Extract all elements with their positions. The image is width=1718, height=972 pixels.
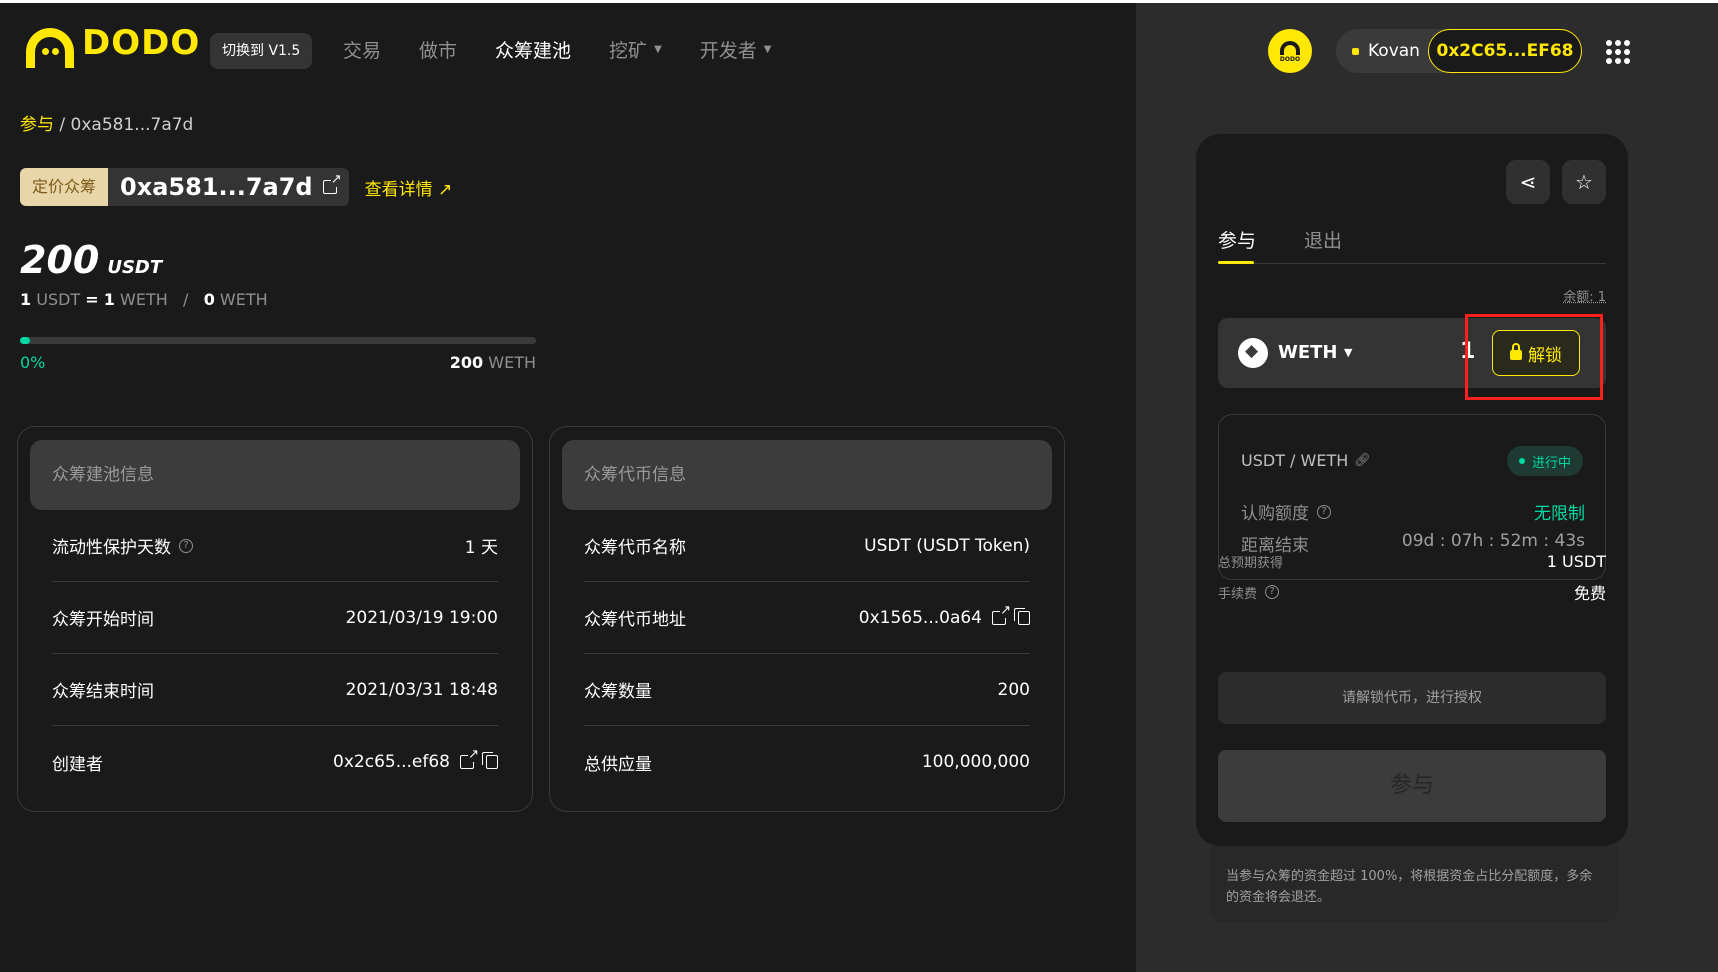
favorite-button[interactable]: ☆ bbox=[1562, 160, 1606, 204]
pair-name: USDT / WETH 🔗︎ bbox=[1241, 451, 1371, 470]
tab-underline bbox=[1218, 261, 1254, 264]
unlock-hint: 请解锁代币，进行授权 bbox=[1218, 672, 1606, 724]
nav-crowdpooling[interactable]: 众筹建池 bbox=[495, 36, 571, 63]
external-link-icon[interactable] bbox=[322, 172, 342, 194]
caret-down-icon[interactable]: ▼ bbox=[1344, 346, 1352, 359]
table-row: 流动性保护天数? 1 天 bbox=[52, 510, 498, 582]
table-row: 众筹结束时间 2021/03/31 18:48 bbox=[52, 654, 498, 726]
nav-market-making[interactable]: 做市 bbox=[419, 36, 457, 63]
eth-icon bbox=[1238, 338, 1268, 368]
token-info-card: 众筹代币信息 众筹代币名称 USDT (USDT Token) 众筹代币地址 0… bbox=[549, 426, 1065, 812]
pool-info-card: 众筹建池信息 流动性保护天数? 1 天 众筹开始时间 2021/03/19 19… bbox=[17, 426, 533, 812]
participate-button[interactable]: 参与 bbox=[1218, 750, 1606, 822]
external-link-icon[interactable] bbox=[460, 747, 479, 769]
nav-trade[interactable]: 交易 bbox=[343, 36, 381, 63]
refund-note: 当参与众筹的资金超过 100%，将根据资金占比分配额度，多余的资金将会退还。 bbox=[1210, 846, 1618, 922]
title-row: 定价众筹 0xa581...7a7d 查看详情 ↗ bbox=[20, 168, 452, 206]
table-row: 众筹代币名称 USDT (USDT Token) bbox=[584, 510, 1030, 582]
help-icon[interactable]: ? bbox=[1265, 585, 1280, 599]
panel-tabs: 参与 退出 bbox=[1218, 214, 1606, 264]
highlight-box bbox=[1465, 314, 1603, 400]
progress-fill bbox=[20, 337, 31, 344]
wallet-button[interactable]: Kovan 0x2C65...EF68 bbox=[1336, 29, 1582, 73]
fee-row: 手续费? 免费 bbox=[1218, 584, 1606, 603]
tab-participate[interactable]: 参与 bbox=[1218, 226, 1256, 253]
switch-version-button[interactable]: 切换到 V1.5 bbox=[210, 33, 313, 69]
tab-exit[interactable]: 退出 bbox=[1304, 226, 1342, 253]
raise-progress-bar bbox=[20, 337, 536, 344]
avatar[interactable]: DODO bbox=[1268, 29, 1312, 73]
pricing-tag: 定价众筹 bbox=[20, 168, 109, 206]
balance-label[interactable]: 余额: 1 bbox=[1563, 286, 1606, 305]
link-icon[interactable]: 🔗︎ bbox=[1354, 453, 1371, 468]
progress-target: 200 WETH bbox=[449, 353, 536, 372]
dodo-logo[interactable]: DODO bbox=[22, 22, 201, 68]
table-row: 创建者 0x2c65...ef68 bbox=[52, 726, 498, 798]
view-detail-link[interactable]: 查看详情 ↗ bbox=[365, 175, 453, 200]
copy-icon[interactable] bbox=[1014, 607, 1030, 625]
raise-target: 200 USDT bbox=[20, 238, 163, 282]
quota-row: 认购额度? 无限制 bbox=[1241, 504, 1585, 524]
page-title: 0xa581...7a7d bbox=[120, 173, 313, 201]
network-name: Kovan bbox=[1368, 41, 1420, 61]
share-button[interactable]: ⋖ bbox=[1506, 160, 1550, 204]
breadcrumb: 参与 / 0xa581...7a7d bbox=[20, 115, 194, 135]
star-icon: ☆ bbox=[1575, 170, 1593, 194]
table-row: 众筹开始时间 2021/03/19 19:00 bbox=[52, 582, 498, 654]
nav-developer[interactable]: 开发者 ▼ bbox=[700, 36, 772, 63]
title-box: 定价众筹 0xa581...7a7d bbox=[20, 168, 349, 206]
pool-info-title: 众筹建池信息 bbox=[30, 440, 520, 510]
help-icon[interactable]: ? bbox=[179, 538, 193, 553]
breadcrumb-current: 0xa581...7a7d bbox=[70, 115, 194, 135]
help-icon[interactable]: ? bbox=[1317, 504, 1331, 519]
logo-text: DODO bbox=[82, 23, 201, 63]
dodo-logo-icon bbox=[22, 22, 78, 68]
apps-grid-icon[interactable] bbox=[1606, 40, 1630, 64]
table-row: 总供应量 100,000,000 bbox=[584, 752, 1030, 775]
token-info-title: 众筹代币信息 bbox=[562, 440, 1052, 510]
token-selector[interactable]: WETH bbox=[1278, 342, 1338, 363]
main-nav: 交易 做市 众筹建池 挖矿 ▼ 开发者 ▼ bbox=[343, 36, 809, 63]
external-link-icon[interactable] bbox=[992, 602, 1011, 625]
copy-icon[interactable] bbox=[482, 752, 498, 769]
share-icon: ⋖ bbox=[1519, 170, 1537, 194]
table-row: 众筹数量 200 bbox=[584, 654, 1030, 726]
table-row: 众筹代币地址 0x1565...0a64 bbox=[584, 582, 1030, 654]
breadcrumb-parent[interactable]: 参与 bbox=[20, 115, 54, 135]
exchange-rate: 1 USDT = 1 WETH / 0 WETH bbox=[20, 290, 268, 309]
caret-down-icon: ▼ bbox=[654, 44, 662, 55]
participate-panel: ⋖ ☆ 参与 退出 余额: 1 WETH ▼ 1 解锁 USDT / WETH🔗… bbox=[1196, 134, 1628, 846]
status-badge: 进行中 bbox=[1506, 446, 1583, 476]
network-dot-icon bbox=[1352, 47, 1359, 55]
progress-percent: 0% bbox=[20, 353, 46, 372]
nav-mining[interactable]: 挖矿 ▼ bbox=[609, 36, 662, 63]
expected-row: 总预期获得 1 USDT bbox=[1218, 552, 1606, 571]
caret-down-icon: ▼ bbox=[763, 44, 772, 55]
wallet-address[interactable]: 0x2C65...EF68 bbox=[1428, 29, 1582, 73]
